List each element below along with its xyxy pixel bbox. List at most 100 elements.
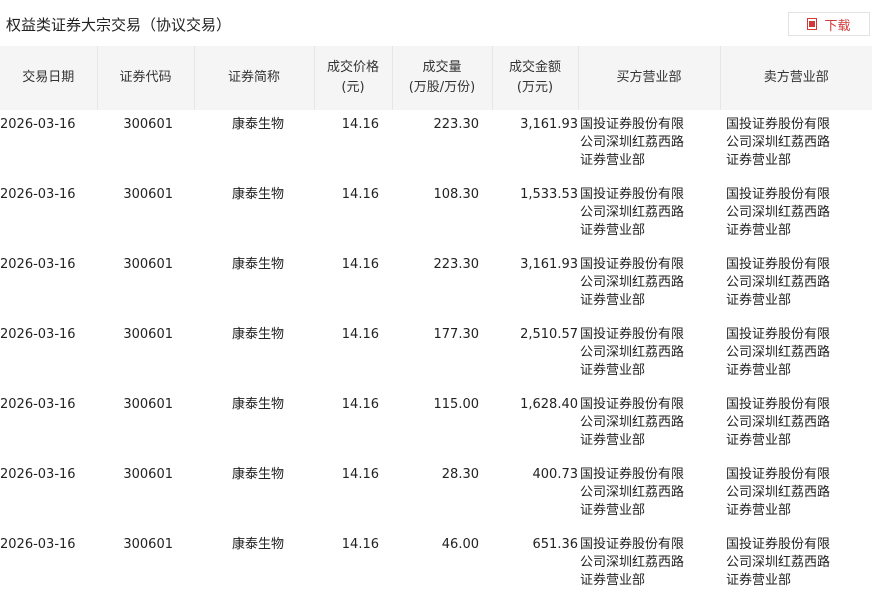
- broker-name: 国投证券股份有限公司深圳红荔西路证券营业部: [726, 537, 831, 588]
- header-trade-date: 交易日期: [0, 46, 98, 110]
- download-label: 下载: [824, 18, 851, 34]
- amount-cell: 651.36: [532, 537, 579, 552]
- header-security-name: 证券简称: [194, 46, 315, 110]
- broker-name: 国投证券股份有限公司深圳红荔西路证券营业部: [726, 327, 831, 378]
- header-label: 证券简称: [227, 70, 280, 85]
- page-title: 权益类证券大宗交易（协议交易）: [6, 16, 232, 34]
- seller-branch-cell: 国投证券股份有限公司深圳红荔西路证券营业部: [720, 390, 872, 460]
- broker-name: 国投证券股份有限公司深圳红荔西路证券营业部: [580, 327, 685, 378]
- broker-name: 国投证券股份有限公司深圳红荔西路证券营业部: [726, 467, 831, 518]
- buyer-branch-cell: 国投证券股份有限公司深圳红荔西路证券营业部: [578, 460, 720, 530]
- header-label: 成交量: [422, 60, 462, 75]
- broker-name: 国投证券股份有限公司深圳红荔西路证券营业部: [726, 257, 831, 308]
- buyer-branch-cell: 国投证券股份有限公司深圳红荔西路证券营业部: [578, 180, 720, 250]
- seller-branch-cell: 国投证券股份有限公司深圳红荔西路证券营业部: [720, 530, 872, 600]
- trade-date-cell: 2026-03-16: [0, 117, 76, 132]
- header-label: 证券代码: [119, 70, 172, 85]
- buyer-branch-cell: 国投证券股份有限公司深圳红荔西路证券营业部: [578, 390, 720, 460]
- header-label: 成交价格: [326, 60, 379, 75]
- header-volume: 成交量 (万股/万份): [392, 46, 493, 110]
- security-name-cell: 康泰生物: [232, 397, 285, 412]
- volume-cell: 28.30: [441, 467, 479, 482]
- security-code-cell: 300601: [123, 537, 173, 552]
- broker-name: 国投证券股份有限公司深圳红荔西路证券营业部: [580, 187, 685, 238]
- broker-name: 国投证券股份有限公司深圳红荔西路证券营业部: [580, 537, 685, 588]
- trade-date-cell: 2026-03-16: [0, 187, 76, 202]
- header-label: 卖方营业部: [763, 70, 829, 85]
- amount-cell: 2,510.57: [520, 327, 578, 342]
- header-label: 交易日期: [22, 70, 75, 85]
- amount-cell: 1,533.53: [520, 187, 578, 202]
- price-cell: 14.16: [341, 467, 379, 482]
- security-name-cell: 康泰生物: [232, 117, 285, 132]
- security-name-cell: 康泰生物: [232, 537, 285, 552]
- volume-cell: 223.30: [433, 117, 480, 132]
- table-row: 2026-03-16 300601 康泰生物 14.16 177.30 2,510.57 国…: [0, 320, 872, 390]
- table-row: 2026-03-16 300601 康泰生物 14.16 223.30 3,161.93 国…: [0, 250, 872, 320]
- seller-branch-cell: 国投证券股份有限公司深圳红荔西路证券营业部: [720, 110, 872, 180]
- trade-date-cell: 2026-03-16: [0, 467, 76, 482]
- amount-cell: 3,161.93: [520, 117, 578, 132]
- table-row: 2026-03-16 300601 康泰生物 14.16 108.30 1,533.53 国…: [0, 180, 872, 250]
- security-code-cell: 300601: [123, 397, 173, 412]
- broker-name: 国投证券股份有限公司深圳红荔西路证券营业部: [580, 257, 685, 308]
- volume-cell: 46.00: [441, 537, 479, 552]
- trade-date-cell: 2026-03-16: [0, 327, 76, 342]
- price-cell: 14.16: [341, 397, 379, 412]
- security-code-cell: 300601: [123, 117, 173, 132]
- header-unit: (万股/万份): [408, 80, 476, 95]
- price-cell: 14.16: [341, 117, 379, 132]
- volume-cell: 115.00: [433, 397, 480, 412]
- security-code-cell: 300601: [123, 327, 173, 342]
- seller-branch-cell: 国投证券股份有限公司深圳红荔西路证券营业部: [720, 460, 872, 530]
- table-header-row: 交易日期 证券代码 证券简称 成交价格 (元) 成交量 (万股/万份) 成交金额 (万元) 买方营…: [0, 46, 872, 110]
- download-button[interactable]: 下载: [788, 12, 870, 36]
- trade-date-cell: 2026-03-16: [0, 537, 76, 552]
- buyer-branch-cell: 国投证券股份有限公司深圳红荔西路证券营业部: [578, 320, 720, 390]
- broker-name: 国投证券股份有限公司深圳红荔西路证券营业部: [726, 187, 831, 238]
- header-amount: 成交金额 (万元): [492, 46, 579, 110]
- header-label: 成交金额: [508, 60, 561, 75]
- broker-name: 国投证券股份有限公司深圳红荔西路证券营业部: [580, 117, 685, 168]
- buyer-branch-cell: 国投证券股份有限公司深圳红荔西路证券营业部: [578, 530, 720, 600]
- buyer-branch-cell: 国投证券股份有限公司深圳红荔西路证券营业部: [578, 250, 720, 320]
- table-row: 2026-03-16 300601 康泰生物 14.16 115.00 1,628.40 国…: [0, 390, 872, 460]
- price-cell: 14.16: [341, 187, 379, 202]
- price-cell: 14.16: [341, 327, 379, 342]
- security-name-cell: 康泰生物: [232, 257, 285, 272]
- trade-date-cell: 2026-03-16: [0, 397, 76, 412]
- amount-cell: 1,628.40: [520, 397, 578, 412]
- title-bar: 权益类证券大宗交易（协议交易） 下载: [0, 0, 872, 46]
- security-name-cell: 康泰生物: [232, 327, 285, 342]
- price-cell: 14.16: [341, 257, 379, 272]
- volume-cell: 177.30: [433, 327, 480, 342]
- volume-cell: 223.30: [433, 257, 480, 272]
- block-trade-table: 交易日期 证券代码 证券简称 成交价格 (元) 成交量 (万股/万份) 成交金额 (万元) 买方营…: [0, 46, 872, 600]
- seller-branch-cell: 国投证券股份有限公司深圳红荔西路证券营业部: [720, 320, 872, 390]
- amount-cell: 400.73: [532, 467, 579, 482]
- header-price: 成交价格 (元): [314, 46, 393, 110]
- table-row: 2026-03-16 300601 康泰生物 14.16 28.30 400.73 国投证券…: [0, 460, 872, 530]
- document-icon: [807, 18, 818, 30]
- broker-name: 国投证券股份有限公司深圳红荔西路证券营业部: [726, 117, 831, 168]
- amount-cell: 3,161.93: [520, 257, 578, 272]
- header-unit: (元): [341, 80, 365, 95]
- table-row: 2026-03-16 300601 康泰生物 14.16 223.30 3,161.93 国…: [0, 110, 872, 180]
- security-name-cell: 康泰生物: [232, 467, 285, 482]
- security-code-cell: 300601: [123, 257, 173, 272]
- seller-branch-cell: 国投证券股份有限公司深圳红荔西路证券营业部: [720, 250, 872, 320]
- header-security-code: 证券代码: [97, 46, 195, 110]
- trade-date-cell: 2026-03-16: [0, 257, 76, 272]
- header-label: 买方营业部: [616, 70, 682, 85]
- broker-name: 国投证券股份有限公司深圳红荔西路证券营业部: [726, 397, 831, 448]
- broker-name: 国投证券股份有限公司深圳红荔西路证券营业部: [580, 467, 685, 518]
- header-seller-branch: 卖方营业部: [720, 46, 872, 110]
- table-body: 2026-03-16 300601 康泰生物 14.16 223.30 3,161.93 国…: [0, 110, 872, 600]
- seller-branch-cell: 国投证券股份有限公司深圳红荔西路证券营业部: [720, 180, 872, 250]
- table-row: 2026-03-16 300601 康泰生物 14.16 46.00 651.36 国投证券…: [0, 530, 872, 600]
- price-cell: 14.16: [341, 537, 379, 552]
- security-code-cell: 300601: [123, 467, 173, 482]
- security-name-cell: 康泰生物: [232, 187, 285, 202]
- header-unit: (万元): [516, 80, 554, 95]
- buyer-branch-cell: 国投证券股份有限公司深圳红荔西路证券营业部: [578, 110, 720, 180]
